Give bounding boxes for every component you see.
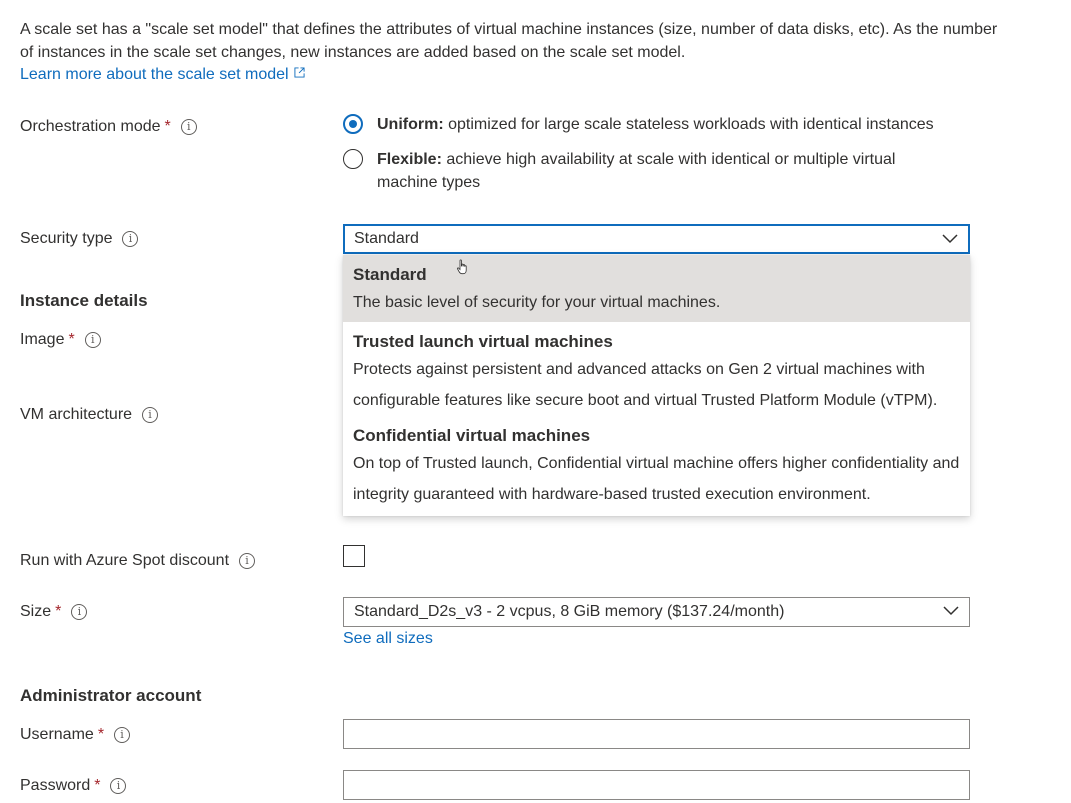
required-asterisk: * — [55, 603, 62, 620]
intro-description: A scale set has a "scale set model" that… — [20, 21, 998, 61]
required-asterisk: * — [94, 777, 101, 794]
security-type-value: Standard — [354, 230, 419, 247]
spot-discount-checkbox[interactable] — [343, 545, 365, 567]
instance-details-heading: Instance details — [20, 291, 148, 310]
uniform-title: Uniform: — [377, 116, 444, 133]
password-text: Password — [20, 777, 91, 794]
option-confidential-desc: On top of Trusted launch, Confidential v… — [353, 455, 960, 503]
username-text: Username — [20, 726, 94, 743]
option-standard-title: Standard — [353, 265, 427, 284]
info-icon[interactable]: i — [84, 332, 101, 348]
orchestration-mode-text: Orchestration mode — [20, 118, 161, 135]
option-trusted-launch-title: Trusted launch virtual machines — [353, 332, 613, 351]
size-select[interactable]: Standard_D2s_v3 - 2 vcpus, 8 GiB memory … — [343, 597, 970, 627]
intro-text-block: A scale set has a "scale set model" that… — [20, 19, 1010, 87]
password-label: Password * i — [20, 777, 127, 795]
option-trusted-launch-desc: Protects against persistent and advanced… — [353, 361, 938, 409]
info-icon[interactable]: i — [71, 604, 88, 620]
image-label: Image * i — [20, 331, 101, 349]
info-icon[interactable]: i — [114, 727, 131, 743]
security-type-select[interactable]: Standard — [343, 224, 970, 254]
info-icon[interactable]: i — [122, 231, 139, 247]
see-all-sizes-link[interactable]: See all sizes — [343, 630, 433, 648]
chevron-down-icon — [942, 234, 958, 244]
radio-flexible-label: Flexible: achieve high availability at s… — [377, 148, 937, 194]
option-standard[interactable]: Standard The basic level of security for… — [343, 255, 970, 322]
option-confidential-title: Confidential virtual machines — [353, 426, 591, 445]
option-standard-desc: The basic level of security for your vir… — [353, 294, 721, 311]
info-icon[interactable]: i — [142, 407, 159, 423]
security-type-dropdown-list: Standard The basic level of security for… — [343, 255, 970, 516]
password-input[interactable] — [343, 770, 970, 800]
option-trusted-launch[interactable]: Trusted launch virtual machines Protects… — [343, 322, 970, 422]
learn-more-label: Learn more about the scale set model — [20, 66, 289, 83]
size-value: Standard_D2s_v3 - 2 vcpus, 8 GiB memory … — [354, 603, 785, 620]
flexible-desc: achieve high availability at scale with … — [377, 151, 896, 191]
external-link-icon — [294, 67, 305, 78]
learn-more-link[interactable]: Learn more about the scale set model — [20, 66, 305, 83]
pointer-cursor-icon — [457, 259, 467, 275]
required-asterisk: * — [164, 118, 171, 135]
flexible-title: Flexible: — [377, 151, 442, 168]
uniform-desc: optimized for large scale stateless work… — [448, 116, 934, 133]
radio-flexible[interactable]: Flexible: achieve high availability at s… — [343, 148, 937, 194]
info-icon[interactable]: i — [239, 553, 256, 569]
username-input[interactable] — [343, 719, 970, 749]
radio-uniform-label: Uniform: optimized for large scale state… — [377, 113, 977, 136]
image-text: Image — [20, 331, 65, 348]
radio-flexible-button[interactable] — [343, 149, 363, 169]
radio-uniform-button[interactable] — [343, 114, 363, 134]
option-confidential[interactable]: Confidential virtual machines On top of … — [343, 422, 970, 516]
spot-discount-text: Run with Azure Spot discount — [20, 552, 230, 569]
radio-uniform[interactable]: Uniform: optimized for large scale state… — [343, 113, 977, 136]
security-type-text: Security type — [20, 230, 113, 247]
vm-architecture-text: VM architecture — [20, 406, 133, 423]
size-label: Size * i — [20, 603, 88, 621]
security-type-label: Security type i — [20, 230, 139, 248]
administrator-account-heading: Administrator account — [20, 686, 202, 705]
info-icon[interactable]: i — [110, 778, 127, 794]
vm-architecture-label: VM architecture i — [20, 406, 159, 424]
required-asterisk: * — [97, 726, 105, 743]
orchestration-mode-label: Orchestration mode * i — [20, 118, 197, 136]
username-label: Username * i — [20, 726, 131, 744]
spot-discount-label: Run with Azure Spot discount i — [20, 552, 256, 570]
size-text: Size — [20, 603, 52, 620]
required-asterisk: * — [68, 331, 75, 348]
chevron-down-icon — [943, 606, 959, 616]
info-icon[interactable]: i — [180, 119, 197, 135]
